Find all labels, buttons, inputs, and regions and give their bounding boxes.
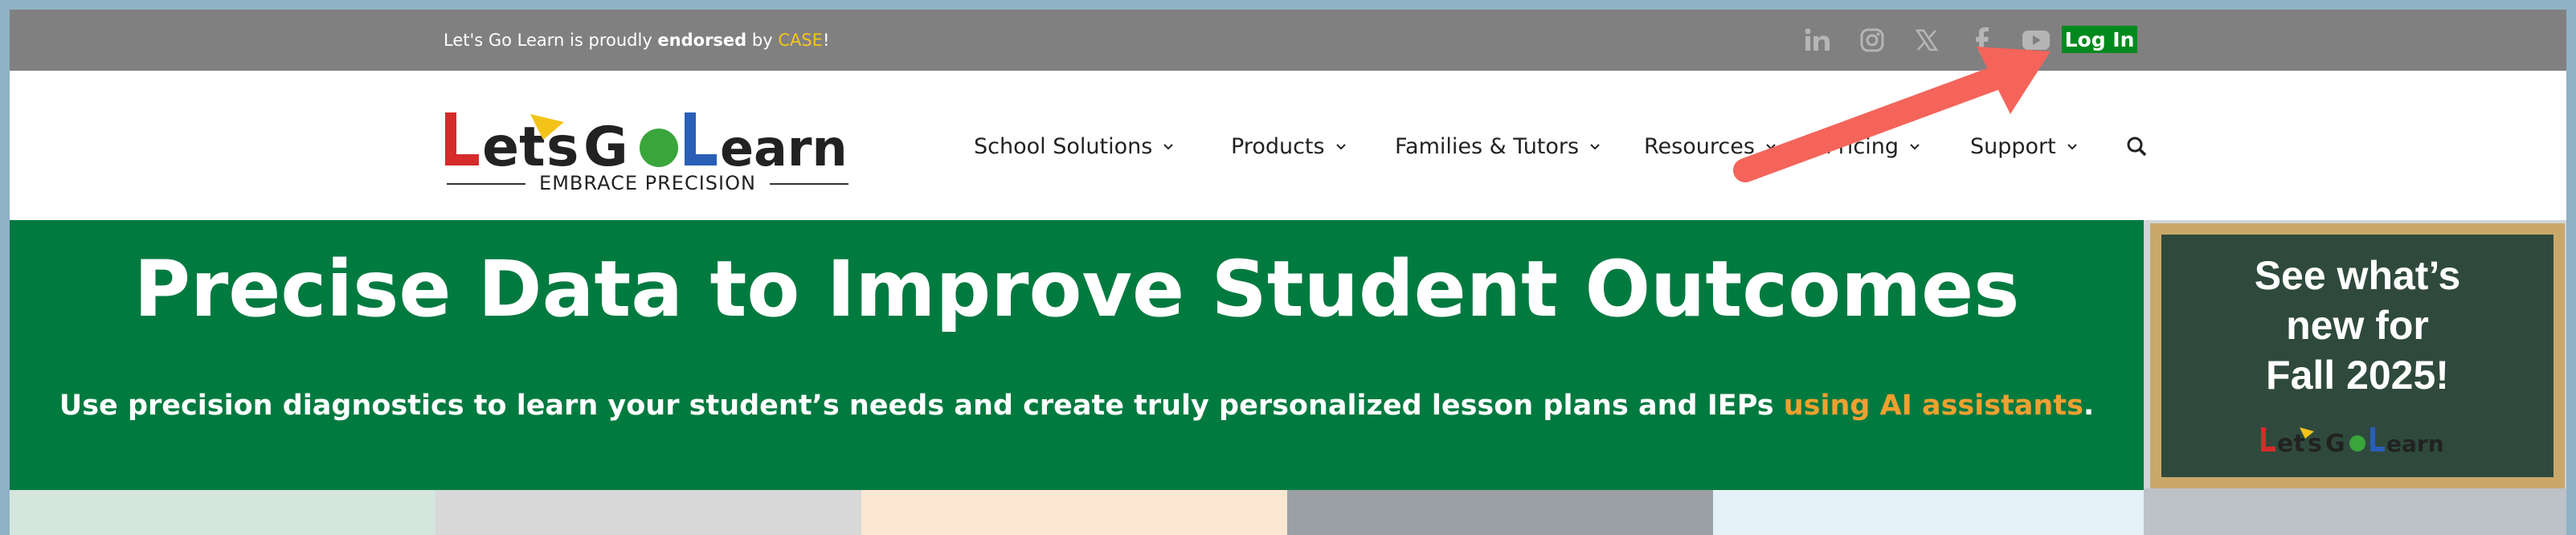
search-button[interactable] <box>2126 129 2147 164</box>
nav-products[interactable]: Products <box>1231 129 1346 164</box>
endorsement-suffix: ! <box>822 31 830 50</box>
hero-title: Precise Data to Improve Student Outcomes <box>133 244 2020 334</box>
chevron-down-icon <box>1163 144 1173 150</box>
chalkboard: See what’s new for Fall 2025! et s G ear… <box>2161 235 2554 477</box>
promo-logo: et s G earn <box>2261 427 2444 456</box>
svg-text:earn: earn <box>720 119 848 174</box>
logo-tagline: EMBRACE PRECISION <box>444 172 852 194</box>
linkedin-icon[interactable] <box>1800 26 1835 55</box>
hero-subtitle-end: . <box>2083 390 2095 422</box>
site-logo[interactable]: et s G earn EMBRACE PRECISION <box>444 108 852 196</box>
login-button[interactable]: Log In <box>2062 26 2137 53</box>
promo-line-1: See what’s <box>2254 253 2461 298</box>
site-header: et s G earn EMBRACE PRECISION School Sol… <box>10 71 2566 220</box>
chevron-down-icon <box>1910 144 1920 150</box>
chevron-down-icon <box>2067 144 2077 150</box>
nav-families-tutors[interactable]: Families & Tutors <box>1395 129 1600 164</box>
hero-subtitle-text: Use precision diagnostics to learn your … <box>59 390 1784 422</box>
instagram-icon[interactable] <box>1854 26 1890 55</box>
nav-label: Products <box>1231 133 1325 159</box>
svg-text:s: s <box>546 116 579 174</box>
hero-banner: Precise Data to Improve Student Outcomes… <box>10 220 2144 490</box>
nav-pricing[interactable]: Pricing <box>1826 129 1920 164</box>
fall-promo-panel[interactable]: See what’s new for Fall 2025! et s G ear… <box>2144 220 2566 535</box>
chevron-down-icon <box>1766 144 1776 150</box>
nav-label: Pricing <box>1826 133 1899 159</box>
page-frame: Let's Go Learn is proudly endorsed by CA… <box>10 10 2566 535</box>
x-icon[interactable] <box>1909 26 1944 55</box>
logo-wordmark: et s G earn <box>445 112 848 179</box>
youtube-icon[interactable] <box>2018 26 2054 55</box>
svg-text:earn: earn <box>2386 431 2444 456</box>
image-strip-2 <box>435 490 861 535</box>
svg-text:G: G <box>583 116 628 174</box>
nav-label: Families & Tutors <box>1395 133 1580 159</box>
top-bar: Let's Go Learn is proudly endorsed by CA… <box>10 10 2566 71</box>
image-strip-1 <box>10 490 435 535</box>
svg-text:s: s <box>2308 430 2322 456</box>
chevron-down-icon <box>1590 144 1600 150</box>
image-strip-4 <box>1287 490 1713 535</box>
image-strip-3 <box>861 490 1287 535</box>
svg-text:G: G <box>2325 430 2345 456</box>
nav-support[interactable]: Support <box>1970 129 2077 164</box>
nav-school-solutions[interactable]: School Solutions <box>974 129 1173 164</box>
promo-line-3: Fall 2025! <box>2266 353 2449 398</box>
case-link[interactable]: CASE <box>778 31 823 50</box>
nav-label: School Solutions <box>974 133 1153 159</box>
endorsement-prefix: Let's Go Learn is proudly <box>444 31 658 50</box>
endorsement-bold: endorsed <box>657 31 747 50</box>
facebook-icon[interactable] <box>1964 26 1999 55</box>
endorsement-by: by <box>746 31 779 50</box>
nav-label: Support <box>1970 133 2056 159</box>
nav-label: Resources <box>1644 133 1755 159</box>
chalkboard-wall <box>2144 488 2566 535</box>
chevron-down-icon <box>1335 144 1346 150</box>
social-links <box>1800 26 2054 55</box>
nav-resources[interactable]: Resources <box>1644 129 1776 164</box>
ai-assistants-link[interactable]: using AI assistants <box>1784 390 2083 422</box>
hero-subtitle: Use precision diagnostics to learn your … <box>10 386 2144 426</box>
promo-line-2: new for <box>2286 303 2429 348</box>
svg-text:et: et <box>2277 430 2305 456</box>
search-icon <box>2127 137 2147 157</box>
image-strip-5 <box>1713 490 2144 535</box>
endorsement-text: Let's Go Learn is proudly endorsed by CA… <box>444 27 829 53</box>
